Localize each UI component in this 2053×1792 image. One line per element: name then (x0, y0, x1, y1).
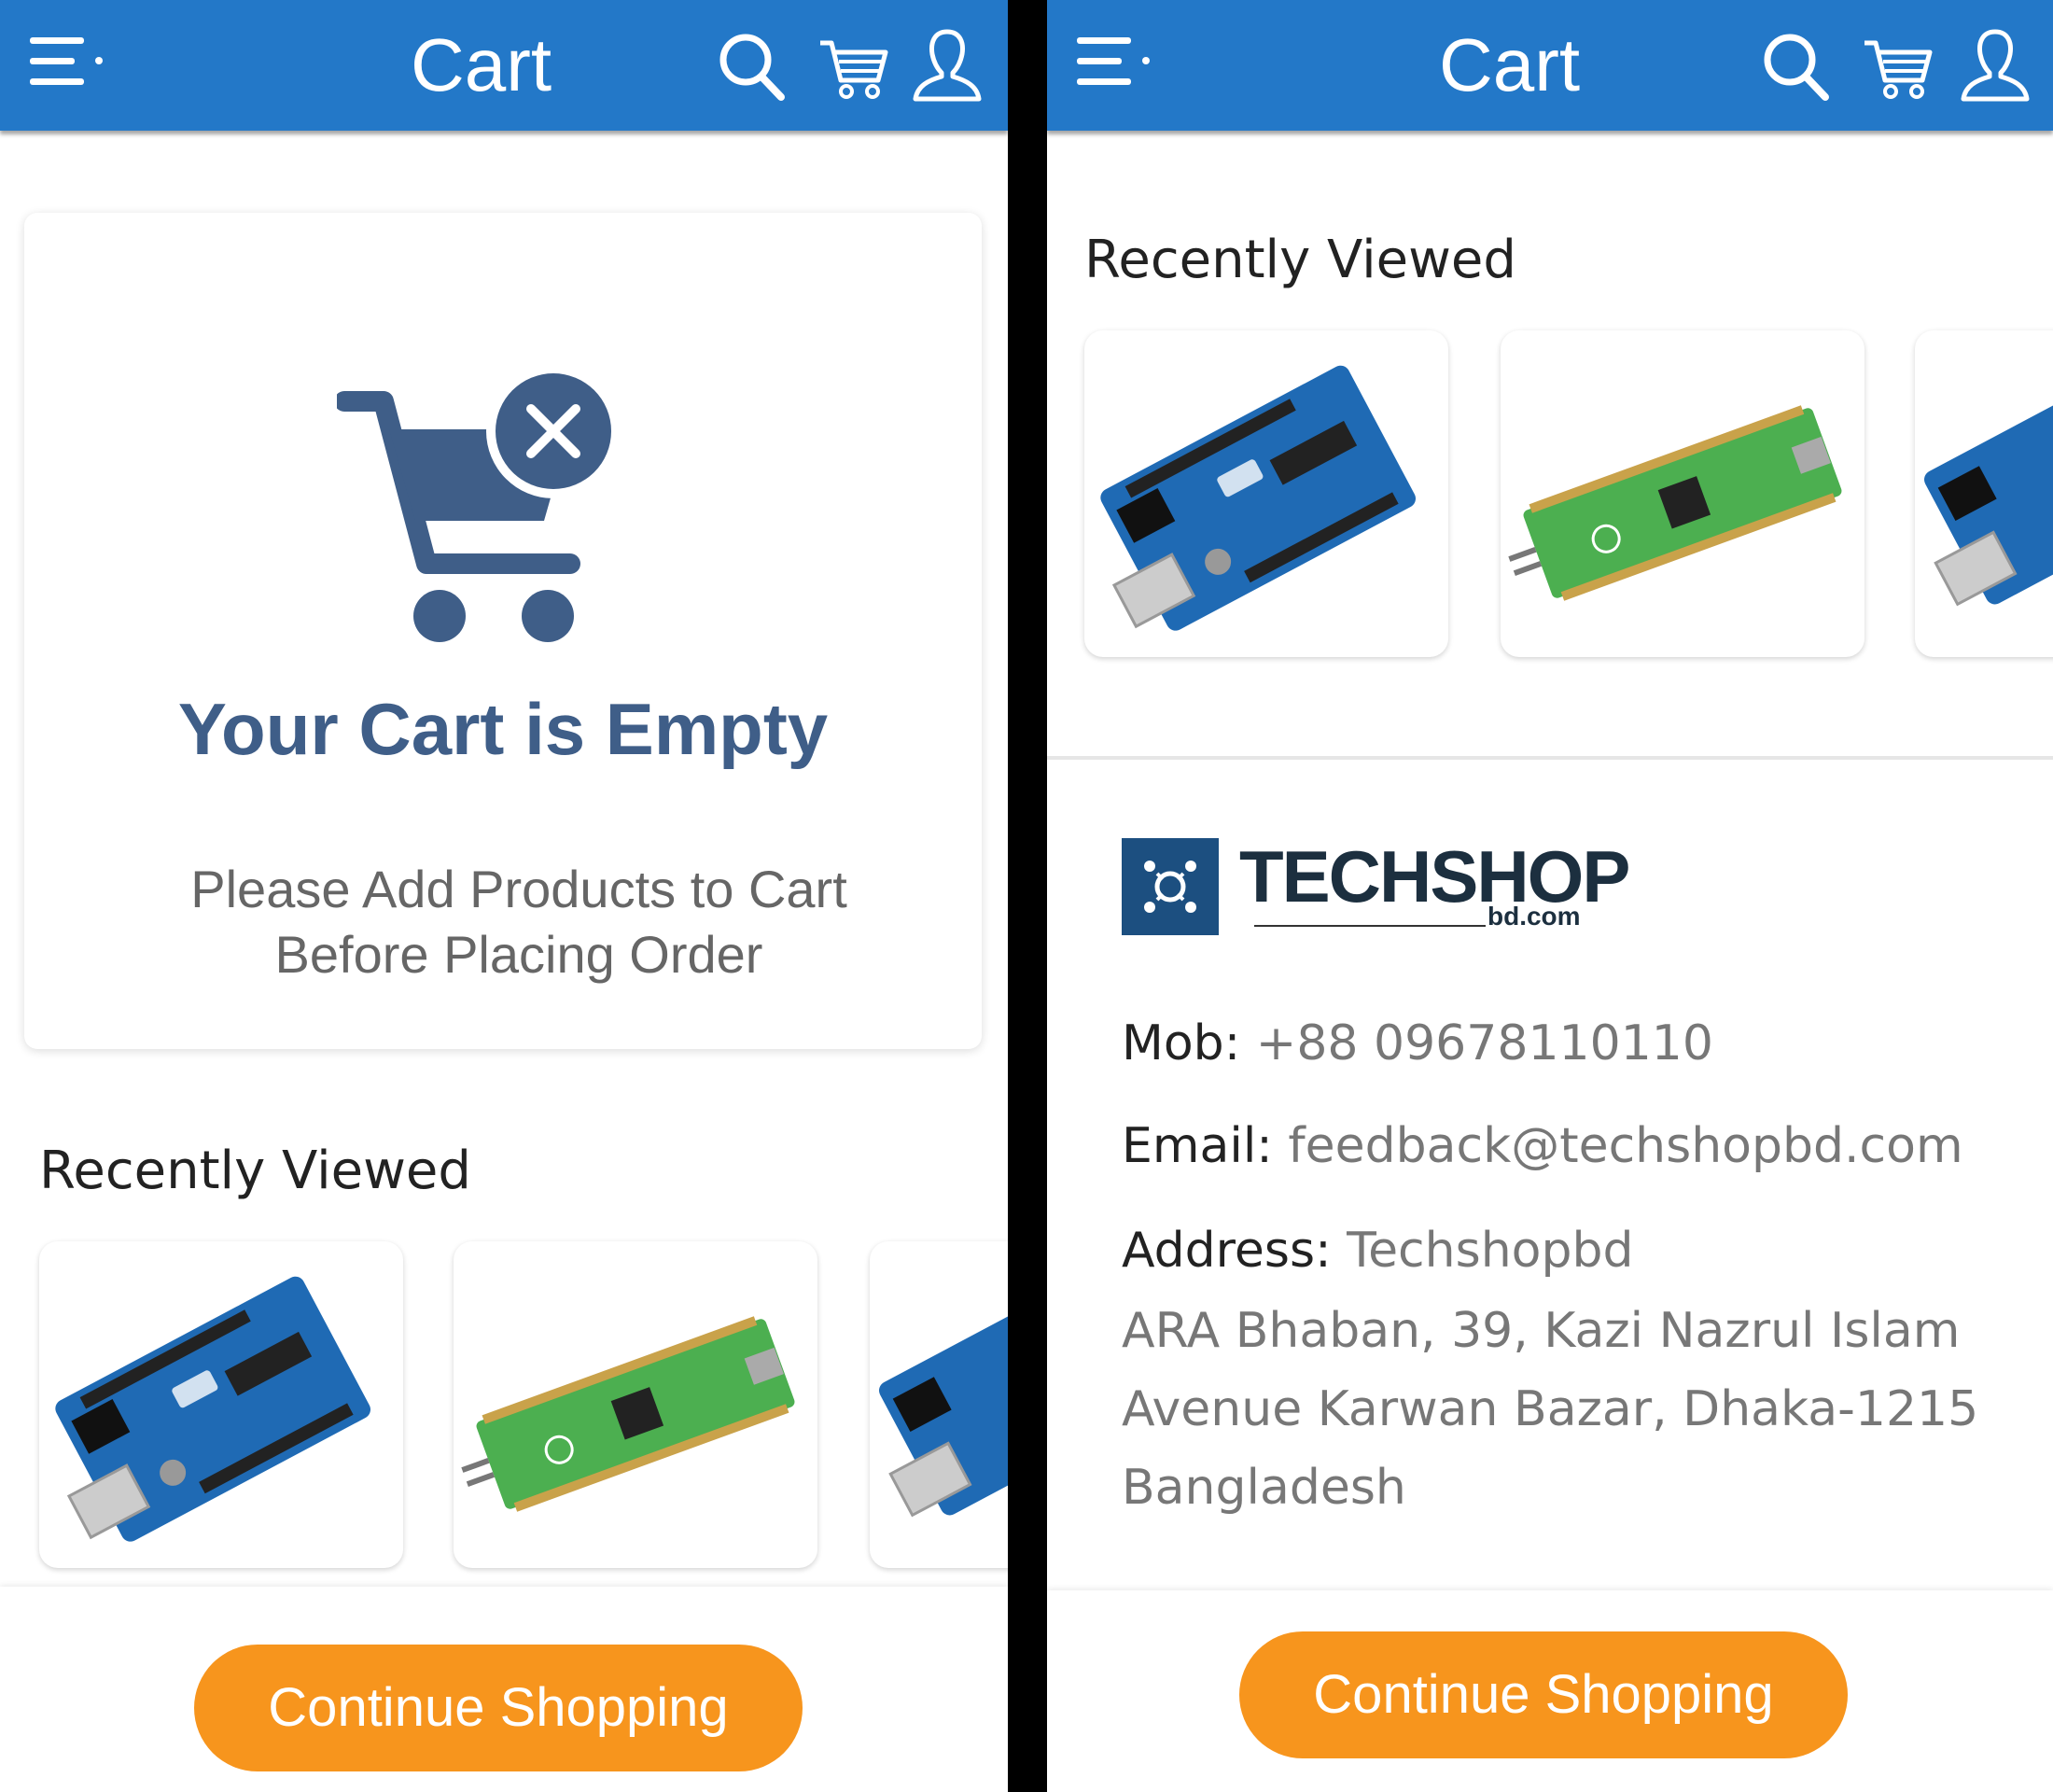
search-icon[interactable] (714, 26, 789, 105)
cart-icon[interactable] (817, 26, 891, 105)
address-line3: Avenue Karwan Bazar, Dhaka-1215 (1122, 1381, 1979, 1437)
contact-email: Email: feedback@techshopbd.com (1122, 1118, 1963, 1174)
page-title: Cart (1439, 23, 1581, 106)
empty-cart-message-line2: Before Placing Order (274, 925, 763, 984)
section-divider (1047, 756, 2053, 760)
page-title: Cart (411, 23, 552, 106)
empty-cart-message: Please Add Products to Cart Before Placi… (118, 857, 920, 987)
product-card-arduino[interactable] (39, 1241, 403, 1568)
address-line2: ARA Bhaban, 39, Kazi Nazrul Islam (1122, 1303, 1961, 1359)
cart-screen-scrolled: Cart Recently Viewed TECHSHOP bd.com Mob… (1047, 0, 2053, 1792)
empty-cart-title: Your Cart is Empty (177, 688, 829, 770)
menu-icon[interactable] (28, 34, 108, 90)
top-app-bar: Cart (1047, 0, 2053, 131)
raspberry-pi-pico-image (461, 1316, 795, 1512)
arduino-board-image-partial (1924, 365, 2053, 607)
empty-cart-card: Your Cart is Empty Please Add Products t… (24, 213, 982, 1049)
product-card-raspberry-pi-pico[interactable] (454, 1241, 817, 1568)
user-icon[interactable] (910, 26, 985, 105)
product-card-partial[interactable] (870, 1241, 1008, 1568)
techshop-logo: TECHSHOP bd.com (1122, 835, 1644, 935)
product-card-arduino[interactable] (1084, 330, 1448, 657)
cart-screen-empty: Cart Your Cart is Empty Please Add Produ… (0, 0, 1008, 1792)
bottom-action-bar: Continue Shopping (0, 1587, 1008, 1792)
user-icon[interactable] (1958, 26, 2032, 105)
email-value[interactable]: feedback@techshopbd.com (1288, 1118, 1962, 1174)
address-label: Address: (1122, 1223, 1332, 1279)
recently-viewed-title: Recently Viewed (1084, 230, 1516, 290)
arduino-board-image (55, 1276, 370, 1542)
recently-viewed-title: Recently Viewed (39, 1141, 471, 1201)
mobile-label: Mob: (1122, 1015, 1241, 1071)
product-card-partial[interactable] (1915, 330, 2053, 657)
product-card-raspberry-pi-pico[interactable] (1501, 330, 1864, 657)
empty-cart-message-line1: Please Add Products to Cart (190, 860, 847, 918)
logo-domain: bd.com (1487, 902, 1581, 931)
arduino-board-image (1100, 365, 1416, 631)
bottom-action-bar: Continue Shopping (1047, 1590, 2053, 1792)
contact-address: Address: Techshopbd (1122, 1223, 1634, 1279)
search-icon[interactable] (1758, 26, 1833, 105)
menu-icon[interactable] (1075, 34, 1155, 90)
continue-shopping-button[interactable]: Continue Shopping (1239, 1631, 1848, 1758)
mobile-value[interactable]: +88 09678110110 (1256, 1015, 1713, 1071)
continue-shopping-button[interactable]: Continue Shopping (194, 1645, 803, 1771)
raspberry-pi-pico-image (1508, 405, 1842, 601)
address-line4: Bangladesh (1122, 1460, 1406, 1516)
cart-icon[interactable] (1861, 26, 1935, 105)
contact-mobile: Mob: +88 09678110110 (1122, 1015, 1713, 1071)
arduino-board-image-partial (879, 1276, 1008, 1518)
empty-cart-icon (334, 364, 654, 642)
address-line1: Techshopbd (1347, 1223, 1634, 1279)
top-app-bar: Cart (0, 0, 1008, 131)
email-label: Email: (1122, 1118, 1273, 1174)
